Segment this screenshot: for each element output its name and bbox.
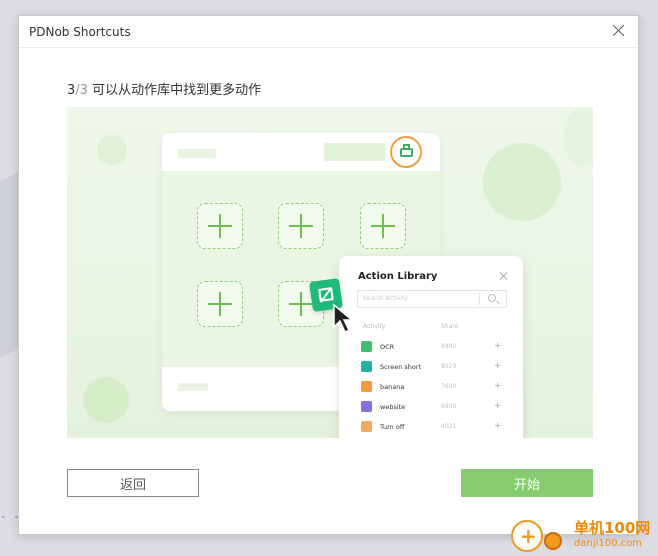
action-share: 8029 [441,363,457,370]
action-icon [361,401,372,412]
list-item: website 6930 + [361,400,509,414]
toolbox-icon [390,136,422,168]
tutorial-illustration: Action Library Search Activity Activity … [67,107,593,438]
action-name: Screen short [380,363,422,371]
mouse-cursor-icon [333,303,355,334]
watermark-dot-icon [544,532,562,550]
add-action-card [197,281,243,327]
add-icon: + [494,401,502,411]
action-share: 6930 [441,403,457,410]
list-item: Turn off 4021 + [361,420,509,434]
column-header-share: Share [441,323,459,330]
decor-blob [563,107,593,167]
step-caption: 3/3 可以从动作库中找到更多动作 [67,79,261,98]
watermark-plus-icon [511,520,543,552]
action-share: 6902 [441,343,457,350]
search-icon [488,294,496,302]
watermark-url: danji100.com [574,538,642,549]
action-icon [361,341,372,352]
mock-placeholder [178,383,208,391]
add-icon: + [494,361,502,371]
action-name: OCR [380,343,395,351]
watermark-logo: 单机100网 danji100.com [508,516,658,556]
watermark-name: 单机100网 [574,519,651,537]
add-action-card [197,203,243,249]
dialog-titlebar: PDNob Shortcuts [19,16,638,48]
step-total: 3 [79,83,88,98]
action-name: banana [380,383,405,391]
action-name: website [380,403,406,411]
add-icon: + [494,381,502,391]
column-header-activity: Activity [363,323,386,330]
close-icon[interactable] [610,22,628,40]
decor-blob [83,377,129,423]
action-icon [361,421,372,432]
add-icon: + [494,341,502,351]
decor-blob [483,143,561,221]
list-item: banana 7630 + [361,380,509,394]
dialog-title: PDNob Shortcuts [29,25,131,39]
mock-placeholder [178,149,216,158]
action-share: 7630 [441,383,457,390]
add-action-card [360,203,406,249]
decor-blob [97,135,127,165]
background-dash-text: - - [0,510,20,523]
action-library-title: Action Library [358,271,438,282]
shortcuts-dialog: PDNob Shortcuts 3/3 可以从动作库中找到更多动作 Action… [18,15,639,535]
action-share: 4021 [441,423,457,430]
add-action-card [278,203,324,249]
start-button[interactable]: 开始 [461,469,593,497]
list-item: OCR 6902 + [361,340,509,354]
action-name: Turn off [380,423,405,431]
add-icon: + [494,421,502,431]
action-icon [361,381,372,392]
step-text: 可以从动作库中找到更多动作 [87,83,262,98]
back-button[interactable]: 返回 [67,469,199,497]
panel-search-box: Search Activity [357,290,507,308]
action-icon [361,361,372,372]
mock-placeholder [324,143,386,161]
list-item: Screen short 8029 + [361,360,509,374]
panel-search-placeholder: Search Activity [363,295,408,302]
panel-close-icon [499,271,509,281]
action-library-panel: Action Library Search Activity Activity … [339,256,523,438]
